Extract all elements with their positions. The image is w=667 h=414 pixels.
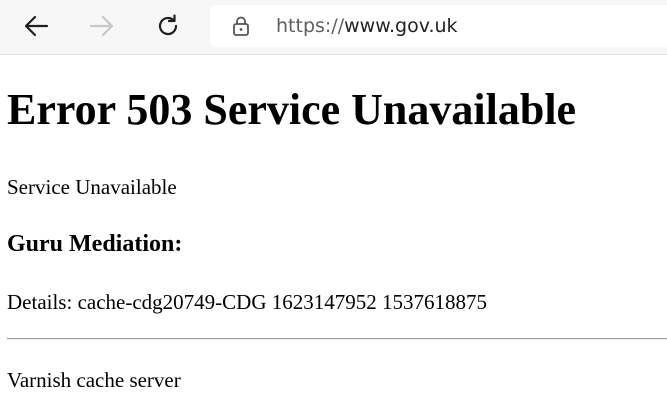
- url-host: www.gov.uk: [344, 15, 458, 37]
- arrow-right-icon: [89, 15, 114, 37]
- lock-icon[interactable]: [232, 16, 250, 36]
- error-details: Details: cache-cdg20749-CDG 1623147952 1…: [7, 290, 487, 314]
- refresh-button[interactable]: [150, 8, 186, 44]
- divider: [7, 338, 667, 340]
- arrow-left-icon: [24, 15, 49, 37]
- forward-button[interactable]: [84, 8, 120, 44]
- refresh-icon: [158, 14, 178, 36]
- browser-toolbar: https://www.gov.uk: [0, 0, 667, 55]
- page-title: Error 503 Service Unavailable: [7, 85, 577, 134]
- server-footer: Varnish cache server: [7, 368, 181, 392]
- error-page: Error 503 Service Unavailable Service Un…: [0, 55, 667, 414]
- address-bar[interactable]: https://www.gov.uk: [210, 5, 667, 47]
- back-button[interactable]: [18, 8, 54, 44]
- error-message: Service Unavailable: [7, 175, 177, 199]
- url-scheme: https://: [276, 15, 345, 37]
- url-text[interactable]: https://www.gov.uk: [276, 14, 458, 38]
- guru-mediation-heading: Guru Mediation:: [7, 231, 183, 257]
